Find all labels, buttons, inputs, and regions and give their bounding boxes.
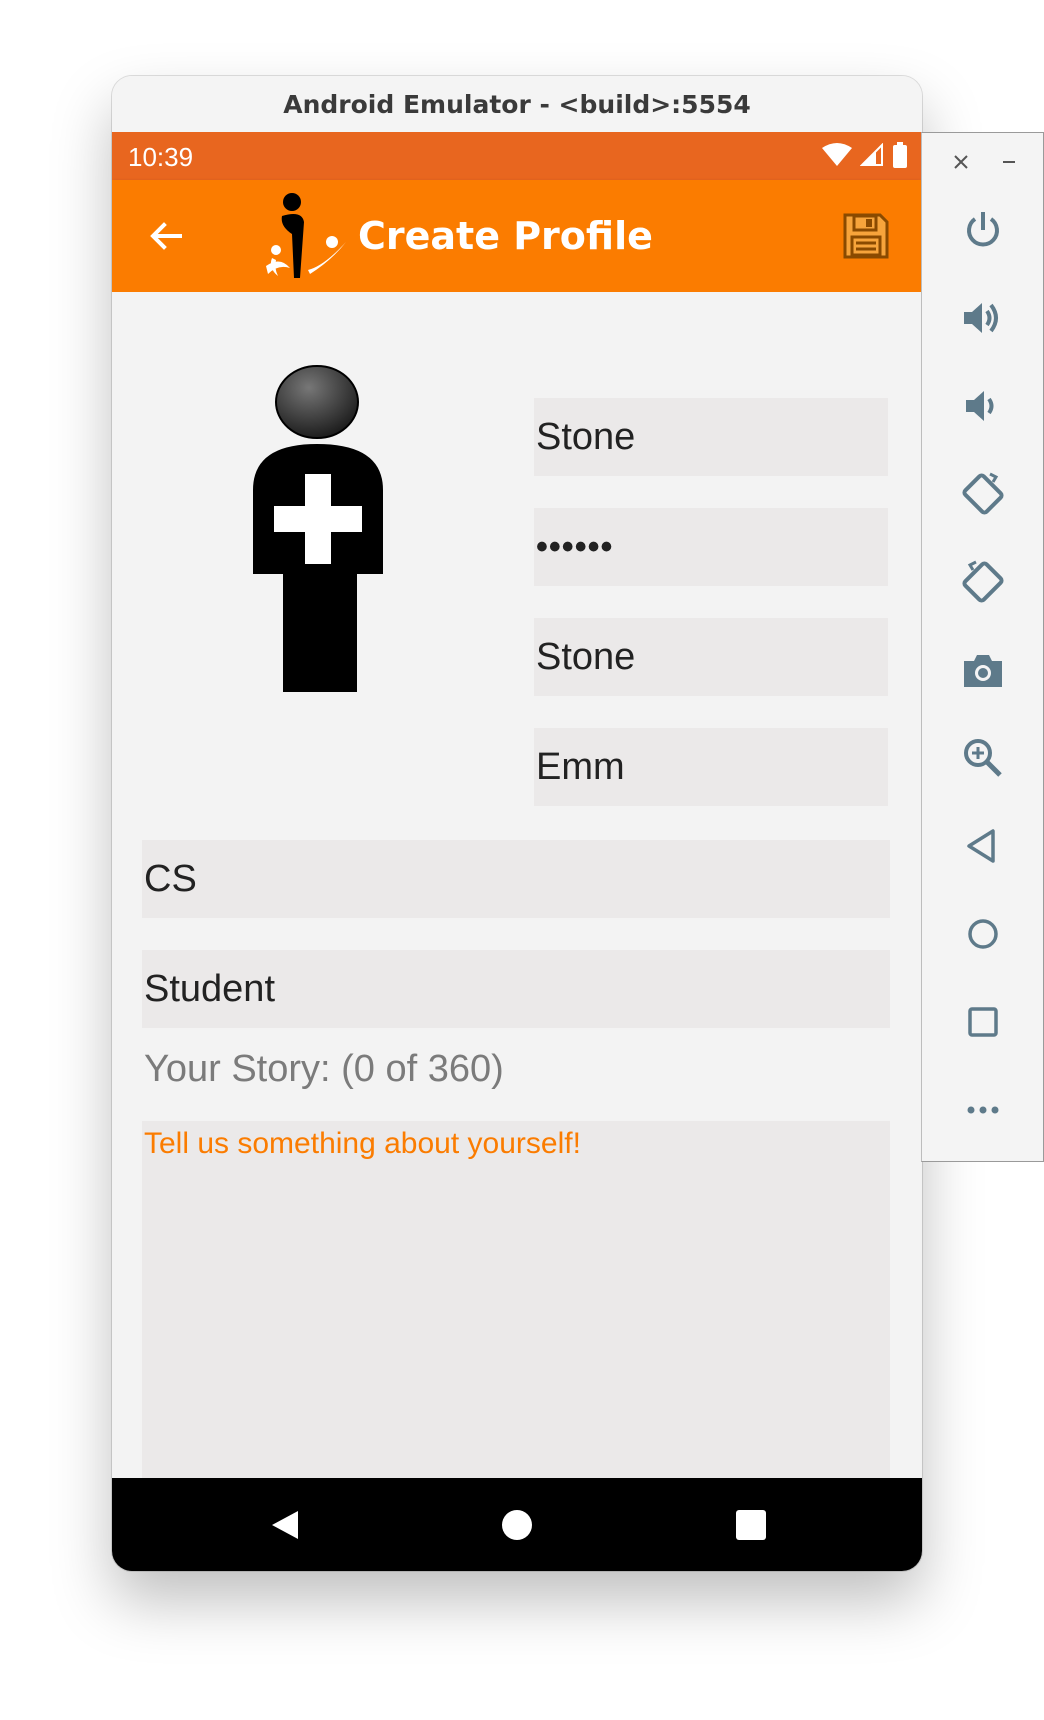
navigation-bar (112, 1478, 922, 1571)
zoom-icon[interactable] (960, 735, 1006, 781)
floppy-disk-icon[interactable] (842, 212, 890, 260)
back-icon[interactable] (960, 823, 1006, 869)
status-bar: 10:39 (112, 132, 922, 180)
app-logo-icon (262, 188, 352, 284)
app-title: Create Profile (358, 214, 653, 258)
more-icon[interactable] (960, 1087, 1006, 1133)
major-field[interactable]: CS (142, 840, 890, 918)
battery-icon (892, 142, 908, 168)
power-icon[interactable] (960, 207, 1006, 253)
story-label: Your Story: (0 of 360) (144, 1048, 504, 1090)
nav-overview-icon[interactable] (734, 1508, 768, 1542)
nav-home-icon[interactable] (500, 1508, 534, 1542)
signal-icon (860, 143, 884, 167)
wifi-icon (822, 143, 852, 167)
story-textarea[interactable]: Tell us something about yourself! (142, 1121, 890, 1493)
toolbar-header (922, 143, 1044, 183)
role-field[interactable]: Student (142, 950, 890, 1028)
close-icon[interactable] (950, 151, 972, 173)
profile-form: Stone •••••• Stone Emm CS Student Your S… (112, 292, 922, 1554)
window-title: Android Emulator - <build>:5554 (112, 76, 922, 132)
camera-icon[interactable] (960, 647, 1006, 693)
status-time: 10:39 (128, 142, 194, 172)
story-placeholder: Tell us something about yourself! (144, 1127, 581, 1160)
app-bar: Create Profile (112, 180, 922, 292)
overview-icon[interactable] (960, 999, 1006, 1045)
arrow-left-icon[interactable] (146, 216, 186, 256)
rotate-right-icon[interactable] (960, 559, 1006, 605)
minimize-icon[interactable] (998, 151, 1020, 173)
first-name-field[interactable]: Emm (534, 728, 888, 806)
rotate-left-icon[interactable] (960, 471, 1006, 517)
nav-back-icon[interactable] (268, 1508, 302, 1542)
last-name-field[interactable]: Stone (534, 618, 888, 696)
password-field[interactable]: •••••• (534, 508, 888, 586)
volume-up-icon[interactable] (960, 295, 1006, 341)
emulator-toolbar (921, 132, 1044, 1162)
status-icons (822, 142, 908, 168)
add-person-icon[interactable] (252, 362, 392, 692)
volume-down-icon[interactable] (960, 383, 1006, 429)
home-icon[interactable] (960, 911, 1006, 957)
username-field[interactable]: Stone (534, 398, 888, 476)
emulator-window: Android Emulator - <build>:5554 10:39 Cr… (112, 76, 922, 1571)
